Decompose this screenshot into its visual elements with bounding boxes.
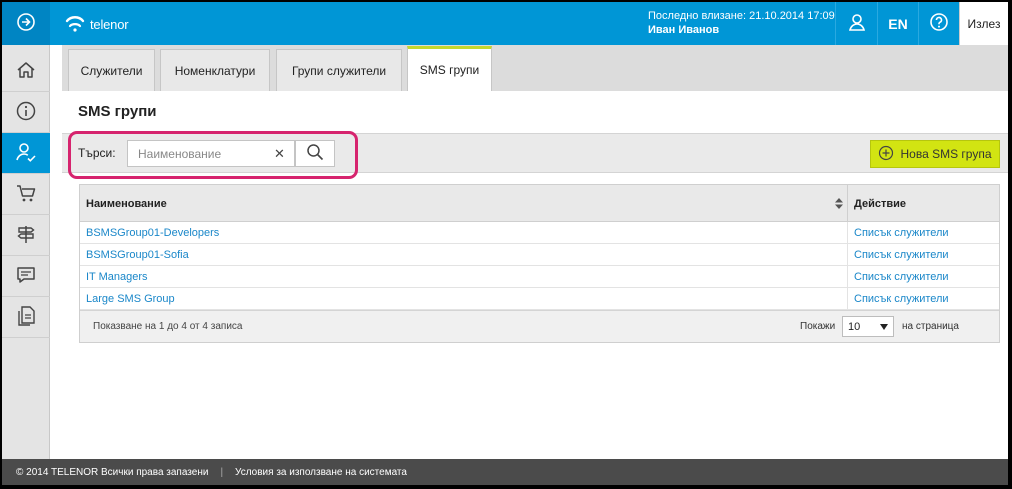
last-login-info: Последно влизане: 21.10.2014 17:09 Иван … <box>648 9 835 37</box>
search-label: Търси: <box>78 146 116 160</box>
clear-icon[interactable]: ✕ <box>274 146 285 162</box>
show-label: Покажи <box>800 321 836 332</box>
language-button[interactable]: EN <box>877 2 918 45</box>
records-info: Показване на 1 до 4 от 4 записа <box>93 321 243 332</box>
documents-icon <box>15 305 37 330</box>
sort-icon <box>835 198 843 212</box>
search-field: ✕ <box>127 140 295 167</box>
sidebar-item-home[interactable] <box>2 51 50 92</box>
footer-separator: | <box>220 466 224 478</box>
group-name-link[interactable]: IT Managers <box>86 271 148 283</box>
user-check-icon <box>14 140 38 167</box>
table-footer: Показване на 1 до 4 от 4 записа Покажи 1… <box>80 310 999 342</box>
sidebar-item-cart[interactable] <box>2 174 50 215</box>
tab-sms-groups[interactable]: SMS групи <box>407 46 492 91</box>
plus-circle-icon <box>878 145 894 164</box>
user-icon <box>847 12 867 35</box>
table-row: BSMSGroup01-Sofia Списък служители <box>80 244 999 266</box>
page-size-select[interactable]: 10 <box>842 316 894 337</box>
telenor-logo[interactable]: telenor <box>64 12 129 37</box>
search-icon <box>306 143 324 164</box>
tab-bar: Служители Номенклатури Групи служители S… <box>62 45 1008 91</box>
table-header: Наименование Действие <box>80 185 999 222</box>
logout-button[interactable]: Излез <box>959 2 1008 45</box>
table-row: Large SMS Group Списък служители <box>80 288 999 310</box>
sidebar-item-messages[interactable] <box>2 256 50 297</box>
sidebar-item-info[interactable] <box>2 92 50 133</box>
new-sms-group-button[interactable]: Нова SMS група <box>870 140 1000 168</box>
telenor-logo-icon <box>64 12 86 37</box>
column-header-action: Действие <box>854 197 906 210</box>
employee-list-link[interactable]: Списък служители <box>854 249 949 261</box>
page-title: SMS групи <box>78 103 157 120</box>
per-page-label: на страница <box>902 321 959 332</box>
tab-nomenclatures[interactable]: Номенклатури <box>160 49 270 91</box>
profile-button[interactable] <box>835 2 877 45</box>
employee-list-link[interactable]: Списък служители <box>854 293 949 305</box>
info-icon <box>15 100 37 125</box>
sidebar-item-directions[interactable] <box>2 215 50 256</box>
sidebar-item-users[interactable] <box>2 133 50 174</box>
page-footer: © 2014 TELENOR Всички права запазени | У… <box>2 459 1008 485</box>
group-name-link[interactable]: Large SMS Group <box>86 293 175 305</box>
top-header: telenor Последно влизане: 21.10.2014 17:… <box>2 2 1008 45</box>
main-content: SMS групи Търси: ✕ Нова SMS група <box>62 91 1008 459</box>
search-input[interactable] <box>128 141 268 166</box>
sms-groups-table: Наименование Действие BSMSGroup01-Develo… <box>79 184 1000 343</box>
group-name-link[interactable]: BSMSGroup01-Sofia <box>86 249 189 261</box>
page-size-value: 10 <box>848 320 861 333</box>
help-icon <box>929 12 949 35</box>
copyright-text: © 2014 TELENOR Всички права запазени <box>16 466 209 478</box>
new-sms-group-label: Нова SMS група <box>900 147 992 161</box>
sidebar-toggle-button[interactable] <box>2 2 50 45</box>
group-name-link[interactable]: BSMSGroup01-Developers <box>86 227 219 239</box>
signpost-icon <box>15 223 37 248</box>
arrow-right-circle-icon <box>16 12 36 35</box>
search-button[interactable] <box>295 140 335 167</box>
sidebar-item-documents[interactable] <box>2 297 50 338</box>
column-header-name[interactable]: Наименование <box>80 185 848 222</box>
table-row: IT Managers Списък служители <box>80 266 999 288</box>
tab-employees[interactable]: Служители <box>68 49 155 91</box>
left-sidebar <box>2 45 50 459</box>
search-bar: Търси: ✕ Нова SMS група <box>62 133 1008 173</box>
column-header-name-label: Наименование <box>86 197 167 210</box>
home-icon <box>15 59 37 84</box>
cart-icon <box>15 182 37 207</box>
dropdown-arrow-icon <box>880 321 888 333</box>
app-window: telenor Последно влизане: 21.10.2014 17:… <box>2 2 1008 485</box>
terms-link[interactable]: Условия за използване на системата <box>235 467 407 478</box>
employee-list-link[interactable]: Списък служители <box>854 271 949 283</box>
help-button[interactable] <box>918 2 959 45</box>
tab-employee-groups[interactable]: Групи служители <box>276 49 402 91</box>
message-icon <box>15 264 37 289</box>
table-row: BSMSGroup01-Developers Списък служители <box>80 222 999 244</box>
last-login-label: Последно влизане: 21.10.2014 17:09 <box>648 10 835 22</box>
employee-list-link[interactable]: Списък служители <box>854 227 949 239</box>
logo-text: telenor <box>90 17 129 32</box>
user-name: Иван Иванов <box>648 24 720 36</box>
